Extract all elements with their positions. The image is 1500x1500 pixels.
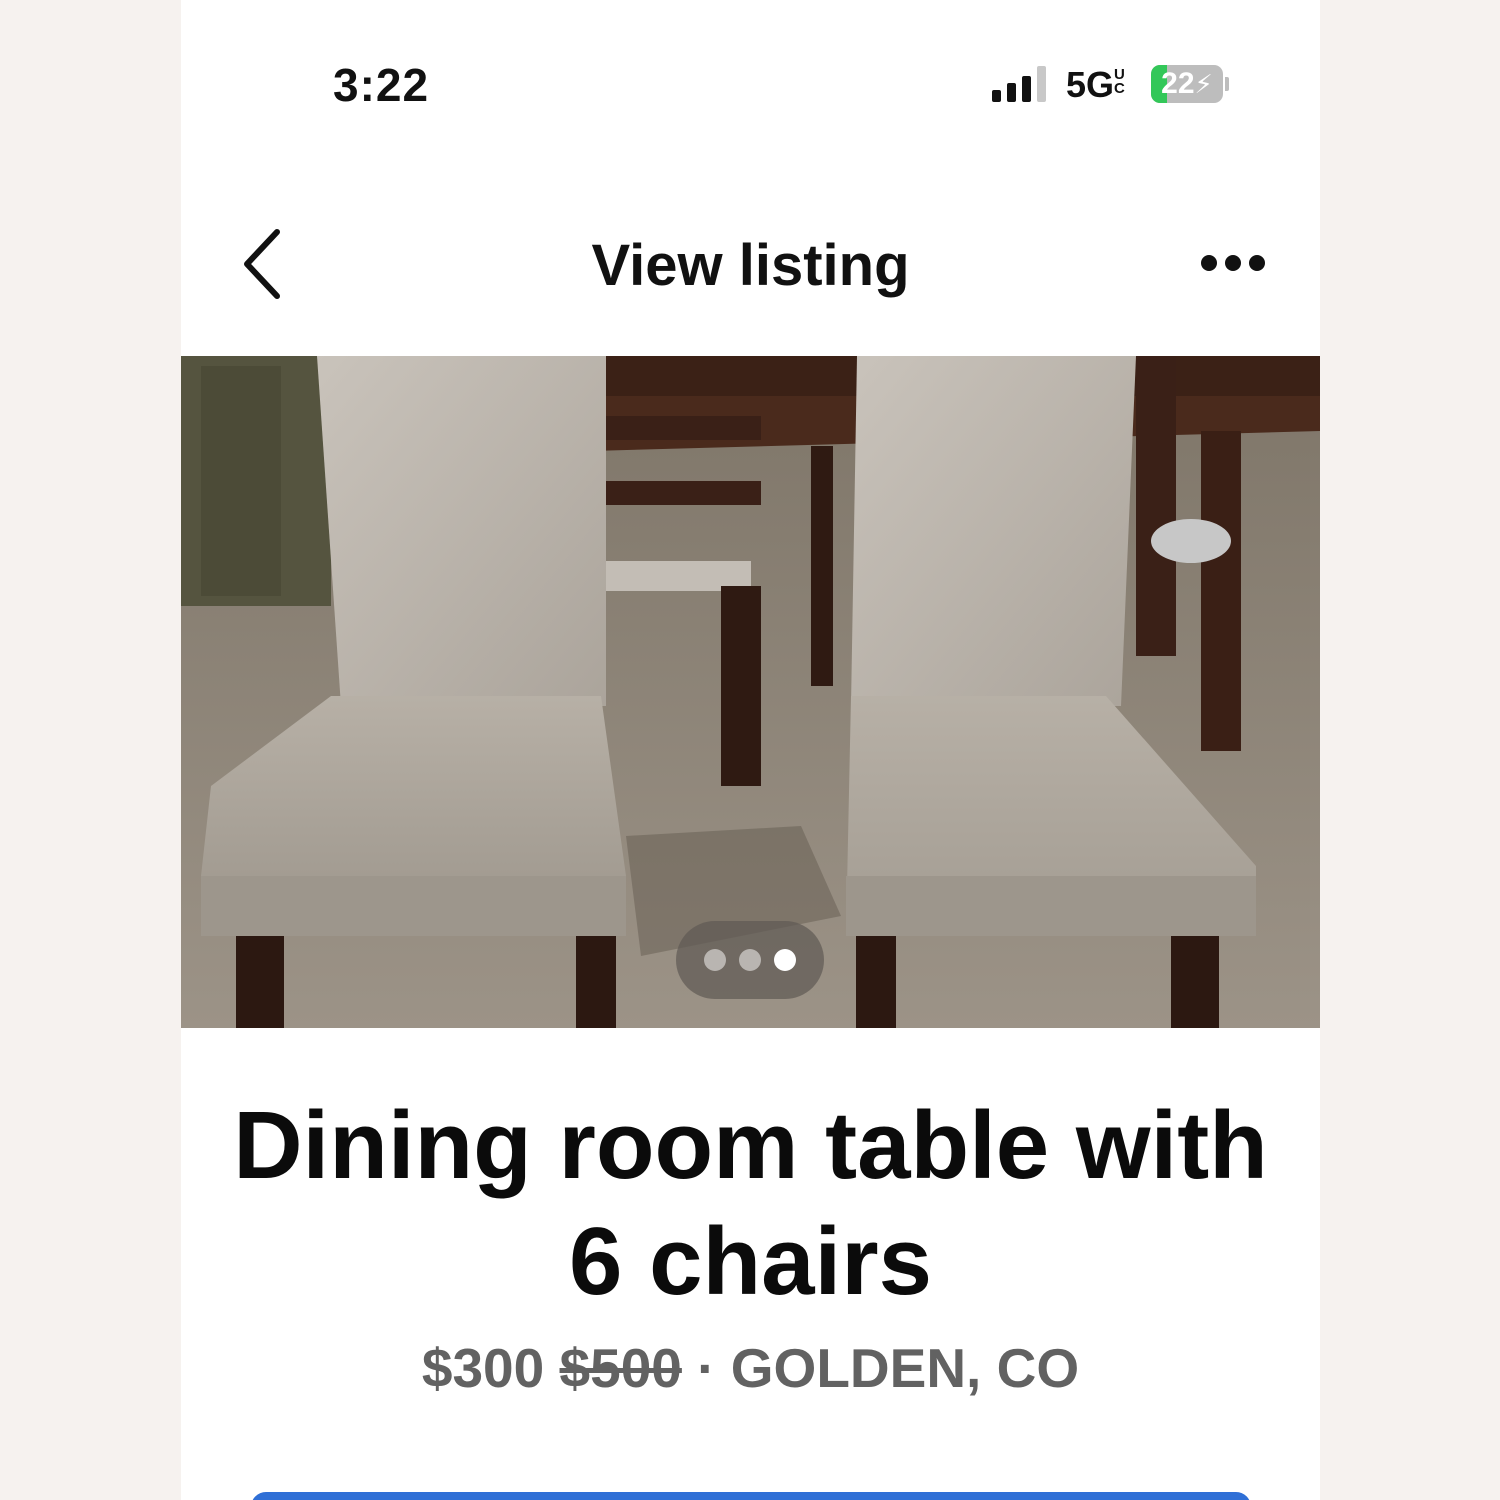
more-options-button[interactable] bbox=[1193, 246, 1273, 282]
battery-icon: 22⚡ bbox=[1151, 65, 1223, 103]
listing-photo[interactable] bbox=[181, 356, 1320, 1028]
network-type: 5GUC bbox=[1066, 64, 1128, 106]
photo-pager[interactable] bbox=[676, 921, 824, 999]
location: GOLDEN, CO bbox=[730, 1337, 1080, 1399]
separator: · bbox=[697, 1337, 716, 1399]
original-price: $500 bbox=[559, 1337, 682, 1399]
pager-dot bbox=[704, 949, 726, 971]
battery-percent: 22⚡ bbox=[1151, 67, 1223, 101]
price: $300 bbox=[421, 1337, 545, 1399]
battery-cap bbox=[1225, 77, 1229, 91]
network-suffix: UC bbox=[1114, 66, 1125, 97]
page-title: View listing bbox=[591, 233, 910, 298]
more-dot bbox=[1225, 255, 1241, 271]
charging-bolt-icon: ⚡ bbox=[1194, 69, 1213, 99]
pager-dot bbox=[739, 949, 761, 971]
pager-dot-active bbox=[774, 949, 796, 971]
network-label: 5G bbox=[1066, 64, 1115, 105]
primary-action-button[interactable] bbox=[251, 1492, 1251, 1500]
phone-screen: 3:22 5GUC 22⚡ View listing Dining room t… bbox=[181, 0, 1320, 1500]
signal-strength-icon bbox=[992, 66, 1050, 102]
price-location: $300 $500 · GOLDEN, CO bbox=[181, 1336, 1320, 1400]
battery-label: 22 bbox=[1161, 67, 1195, 100]
listing-title: Dining room table with 6 chairs bbox=[233, 1092, 1268, 1315]
more-dot bbox=[1249, 255, 1265, 271]
more-dot bbox=[1201, 255, 1217, 271]
status-time: 3:22 bbox=[333, 59, 430, 111]
